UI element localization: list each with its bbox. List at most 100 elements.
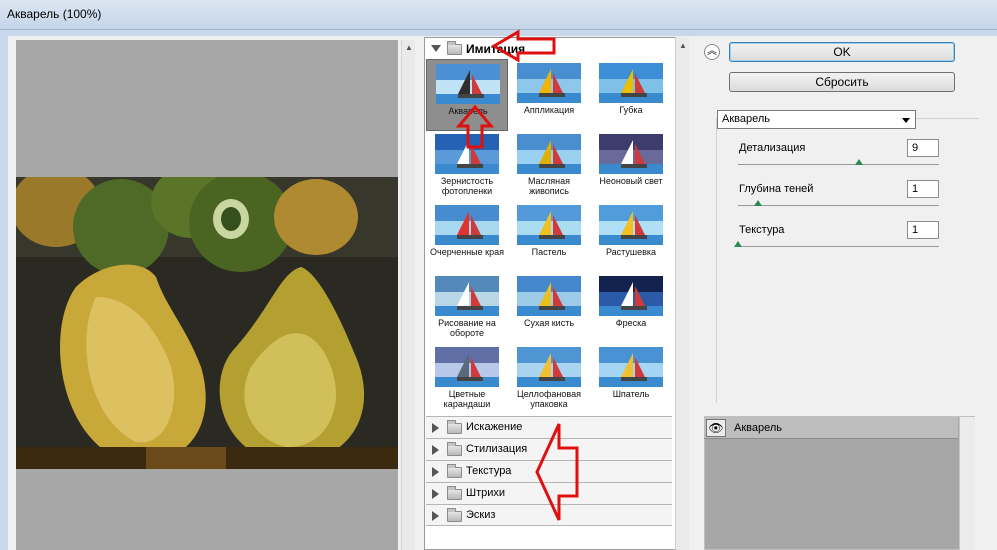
param-detail-slider-handle[interactable]: [855, 159, 863, 165]
filter-thumbnail[interactable]: Пастель: [508, 201, 590, 273]
filter-preview-image: [599, 276, 663, 316]
filter-thumbnail[interactable]: Очерченные края: [426, 201, 508, 273]
category-strokes[interactable]: Штрихи: [426, 482, 672, 504]
param-texture-label: Текстура: [739, 224, 785, 236]
filter-thumbnail[interactable]: Растушевка: [590, 201, 672, 273]
preview-image: [16, 177, 398, 469]
category-label: Штрихи: [466, 487, 506, 499]
collapse-gallery-button[interactable]: ︽: [704, 44, 720, 60]
folder-icon: [447, 486, 462, 500]
filter-thumbnail[interactable]: Рисование на обороте: [426, 272, 508, 344]
scroll-up-icon[interactable]: ▲: [405, 43, 413, 52]
filter-thumbnail-label: Рисование на обороте: [438, 318, 496, 338]
filter-thumbnail[interactable]: Аппликация: [508, 59, 590, 131]
param-shadow-slider-track[interactable]: [738, 205, 939, 206]
category-sketch[interactable]: Эскиз: [426, 504, 672, 526]
filter-thumbnail-label: Цветные карандаши: [443, 389, 491, 409]
filter-settings-panel: [716, 118, 979, 403]
filter-thumbnail[interactable]: Масляная живопись: [508, 130, 590, 202]
filter-select-value: Акварель: [722, 113, 771, 125]
category-label: Искажение: [466, 421, 523, 433]
filter-preview-image: [517, 276, 581, 316]
filter-preview-image: [599, 347, 663, 387]
reset-button[interactable]: Сбросить: [729, 72, 955, 92]
filter-thumbnail-label: Акварель: [448, 106, 488, 116]
folder-icon: [447, 41, 462, 55]
filter-preview-image: [435, 276, 499, 316]
filter-preview-image: [599, 63, 663, 103]
collapsed-triangle-icon[interactable]: [432, 445, 439, 455]
param-texture-slider-handle[interactable]: [734, 241, 742, 247]
folder-icon: [447, 420, 462, 434]
layers-scrollbar[interactable]: [959, 417, 975, 550]
chevron-down-icon: [902, 118, 910, 123]
filter-thumbnail[interactable]: Фреска: [590, 272, 672, 344]
folder-icon: [447, 442, 462, 456]
category-texture[interactable]: Текстура: [426, 460, 672, 482]
filter-thumbnail-label: Сухая кисть: [523, 318, 575, 328]
filter-thumbnail-label: Губка: [619, 105, 643, 115]
filter-thumbnail[interactable]: Шпатель: [590, 343, 672, 415]
expand-triangle-icon[interactable]: [431, 45, 441, 52]
param-shadow-slider-handle[interactable]: [754, 200, 762, 206]
param-detail-input[interactable]: 9: [907, 139, 939, 157]
scroll-up-icon[interactable]: ▲: [679, 41, 687, 50]
filter-thumbnail[interactable]: Губка: [590, 59, 672, 131]
filter-thumbnail[interactable]: Целлофановая упаковка: [508, 343, 590, 415]
effect-layer-row[interactable]: 👁 Акварель: [704, 417, 958, 439]
filter-thumbnail-label: Пастель: [531, 247, 567, 257]
category-label: Эскиз: [466, 509, 496, 521]
collapsed-triangle-icon[interactable]: [432, 467, 439, 477]
filter-preview-image: [517, 134, 581, 174]
param-detail-label: Детализация: [739, 142, 806, 154]
filter-preview-image: [599, 205, 663, 245]
filter-thumbnail[interactable]: Сухая кисть: [508, 272, 590, 344]
filter-thumbnail[interactable]: Акварель: [426, 59, 508, 131]
filter-thumbnail-label: Масляная живопись: [527, 176, 571, 196]
category-label: Имитация: [466, 42, 526, 56]
filter-preview-image: [599, 134, 663, 174]
category-label: Стилизация: [466, 443, 528, 455]
filter-thumbnail[interactable]: Зернистость фотопленки: [426, 130, 508, 202]
ok-button[interactable]: OK: [729, 42, 955, 62]
param-texture-slider-track[interactable]: [738, 246, 939, 247]
filter-thumbnail-label: Зернистость фотопленки: [440, 176, 494, 196]
window-titlebar: Акварель (100%): [0, 0, 997, 30]
gallery-scrollbar[interactable]: ▲: [675, 37, 689, 550]
effect-layer-name: Акварель: [734, 422, 783, 434]
category-imitation[interactable]: Имитация: [426, 40, 672, 58]
collapsed-triangle-icon[interactable]: [432, 511, 439, 521]
filter-thumbnail-label: Шпатель: [612, 389, 650, 399]
preview-pane[interactable]: [16, 40, 398, 550]
category-stylize[interactable]: Стилизация: [426, 438, 672, 460]
param-shadow-input[interactable]: 1: [907, 180, 939, 198]
filter-thumbnail[interactable]: Неоновый свет: [590, 130, 672, 202]
double-chevron-up-icon: ︽: [707, 46, 717, 57]
filter-select[interactable]: Акварель: [717, 110, 916, 129]
folder-icon: [447, 508, 462, 522]
filter-thumbnail-label: Растушевка: [605, 247, 657, 257]
filter-preview-image: [435, 347, 499, 387]
preview-scrollbar[interactable]: ▲: [401, 40, 415, 550]
filter-preview-image: [517, 205, 581, 245]
collapsed-triangle-icon[interactable]: [432, 423, 439, 433]
param-texture-input[interactable]: 1: [907, 221, 939, 239]
filter-preview-image: [435, 205, 499, 245]
category-distort[interactable]: Искажение: [426, 416, 672, 438]
filter-thumbnail-label: Очерченные края: [430, 247, 504, 257]
param-shadow-label: Глубина теней: [739, 183, 814, 195]
folder-icon: [447, 464, 462, 478]
filter-thumbnail-label: Аппликация: [523, 105, 575, 115]
filter-preview-image: [517, 347, 581, 387]
collapsed-triangle-icon[interactable]: [432, 489, 439, 499]
filter-preview-image: [435, 134, 499, 174]
filter-thumbnail-label: Фреска: [615, 318, 647, 328]
param-detail-slider-track[interactable]: [738, 164, 939, 165]
filter-thumbnail[interactable]: Цветные карандаши: [426, 343, 508, 415]
filter-thumbnail-label: Целлофановая упаковка: [517, 389, 581, 409]
filter-preview-image: [436, 64, 500, 104]
filter-preview-image: [517, 63, 581, 103]
window-title: Акварель (100%): [7, 7, 102, 21]
eye-icon[interactable]: 👁: [706, 419, 726, 437]
filter-thumbnail-label: Неоновый свет: [599, 176, 663, 186]
